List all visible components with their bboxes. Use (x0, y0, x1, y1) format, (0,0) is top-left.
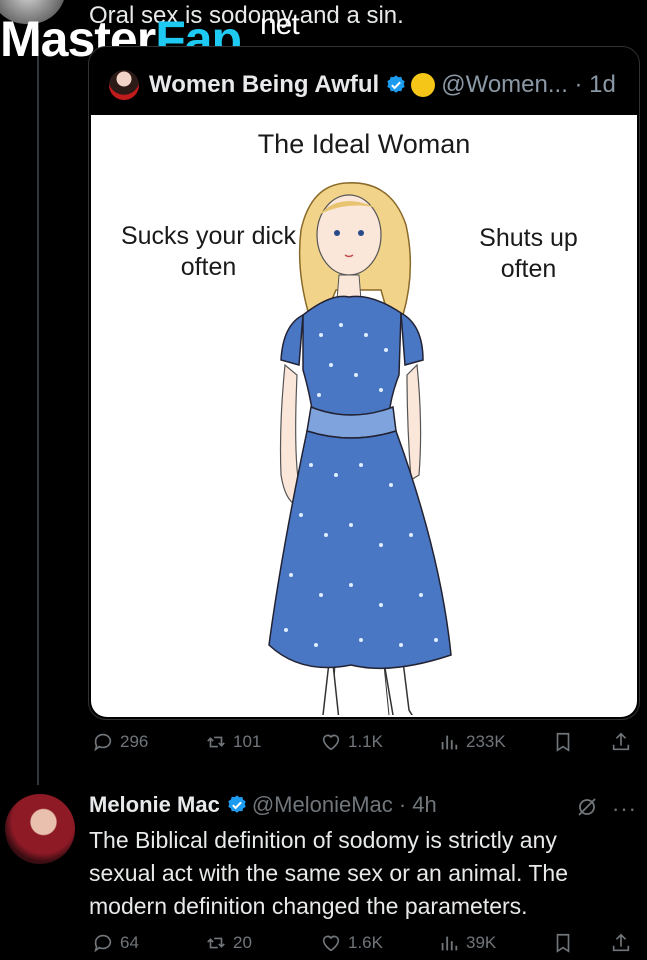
quote-avatar[interactable] (109, 70, 139, 100)
reply-handle-time[interactable]: @MelonieMac · 4h (252, 792, 437, 818)
reply-repost-count: 20 (233, 933, 252, 952)
reply-icon (94, 733, 112, 752)
share-icon[interactable] (610, 932, 632, 954)
quote-handle-time[interactable]: @Women... · 1d (441, 71, 616, 99)
views-bar-chart-icon (441, 735, 458, 750)
meme-image[interactable]: The Ideal Woman Sucks your dick often Sh… (91, 115, 637, 717)
reply-header: Melonie Mac @MelonieMac · 4h (89, 792, 437, 818)
repost-icon (207, 736, 225, 748)
reply-author-name[interactable]: Melonie Mac (89, 792, 220, 818)
more-options-icon[interactable]: ··· (612, 796, 637, 822)
reply-text: The Biblical definition of sodomy is str… (89, 827, 568, 919)
heart-icon (322, 734, 340, 751)
reply-count: 296 (120, 732, 149, 751)
quote-author-name[interactable]: Women Being Awful (149, 71, 379, 99)
watermark-net: net (260, 8, 300, 41)
woman-in-blue-dress-illustration (268, 182, 452, 715)
reply-repost-button[interactable]: 20 (205, 932, 252, 954)
reply-views-button[interactable]: 39K (438, 932, 496, 954)
heart-icon (322, 935, 340, 952)
quote-header: Women Being Awful @Women... · 1d (109, 69, 616, 101)
views-bar-chart-icon (441, 936, 458, 951)
gold-affiliate-icon (411, 73, 436, 97)
bookmark-icon[interactable] (552, 731, 574, 753)
like-button[interactable]: 1.1K (320, 731, 383, 753)
meme-title: The Ideal Woman (257, 129, 471, 159)
views-count: 233K (466, 732, 506, 751)
repost-count: 101 (233, 732, 262, 751)
grok-icon[interactable] (575, 795, 599, 819)
meme-right-caption: Shuts up often (479, 224, 578, 283)
repost-icon (207, 937, 225, 949)
reply-like-count: 1.6K (348, 933, 383, 952)
reply-button[interactable]: 296 (92, 731, 148, 753)
reply-avatar[interactable] (5, 794, 75, 864)
reply-icon (94, 934, 112, 953)
views-button[interactable]: 233K (438, 731, 506, 753)
reply-like-button[interactable]: 1.6K (320, 932, 383, 954)
reply-reply-count: 64 (120, 933, 139, 952)
like-count: 1.1K (348, 732, 383, 751)
verified-badge-icon (387, 75, 405, 93)
share-icon[interactable] (610, 731, 632, 753)
repost-button[interactable]: 101 (205, 731, 261, 753)
thread-line (37, 30, 39, 785)
reply-views-count: 39K (466, 933, 497, 952)
quoted-post-card[interactable]: Women Being Awful @Women... · 1d The Ide… (88, 46, 640, 720)
reply-reply-button[interactable]: 64 (92, 932, 139, 954)
verified-badge-icon (228, 795, 246, 813)
bookmark-icon[interactable] (552, 932, 574, 954)
